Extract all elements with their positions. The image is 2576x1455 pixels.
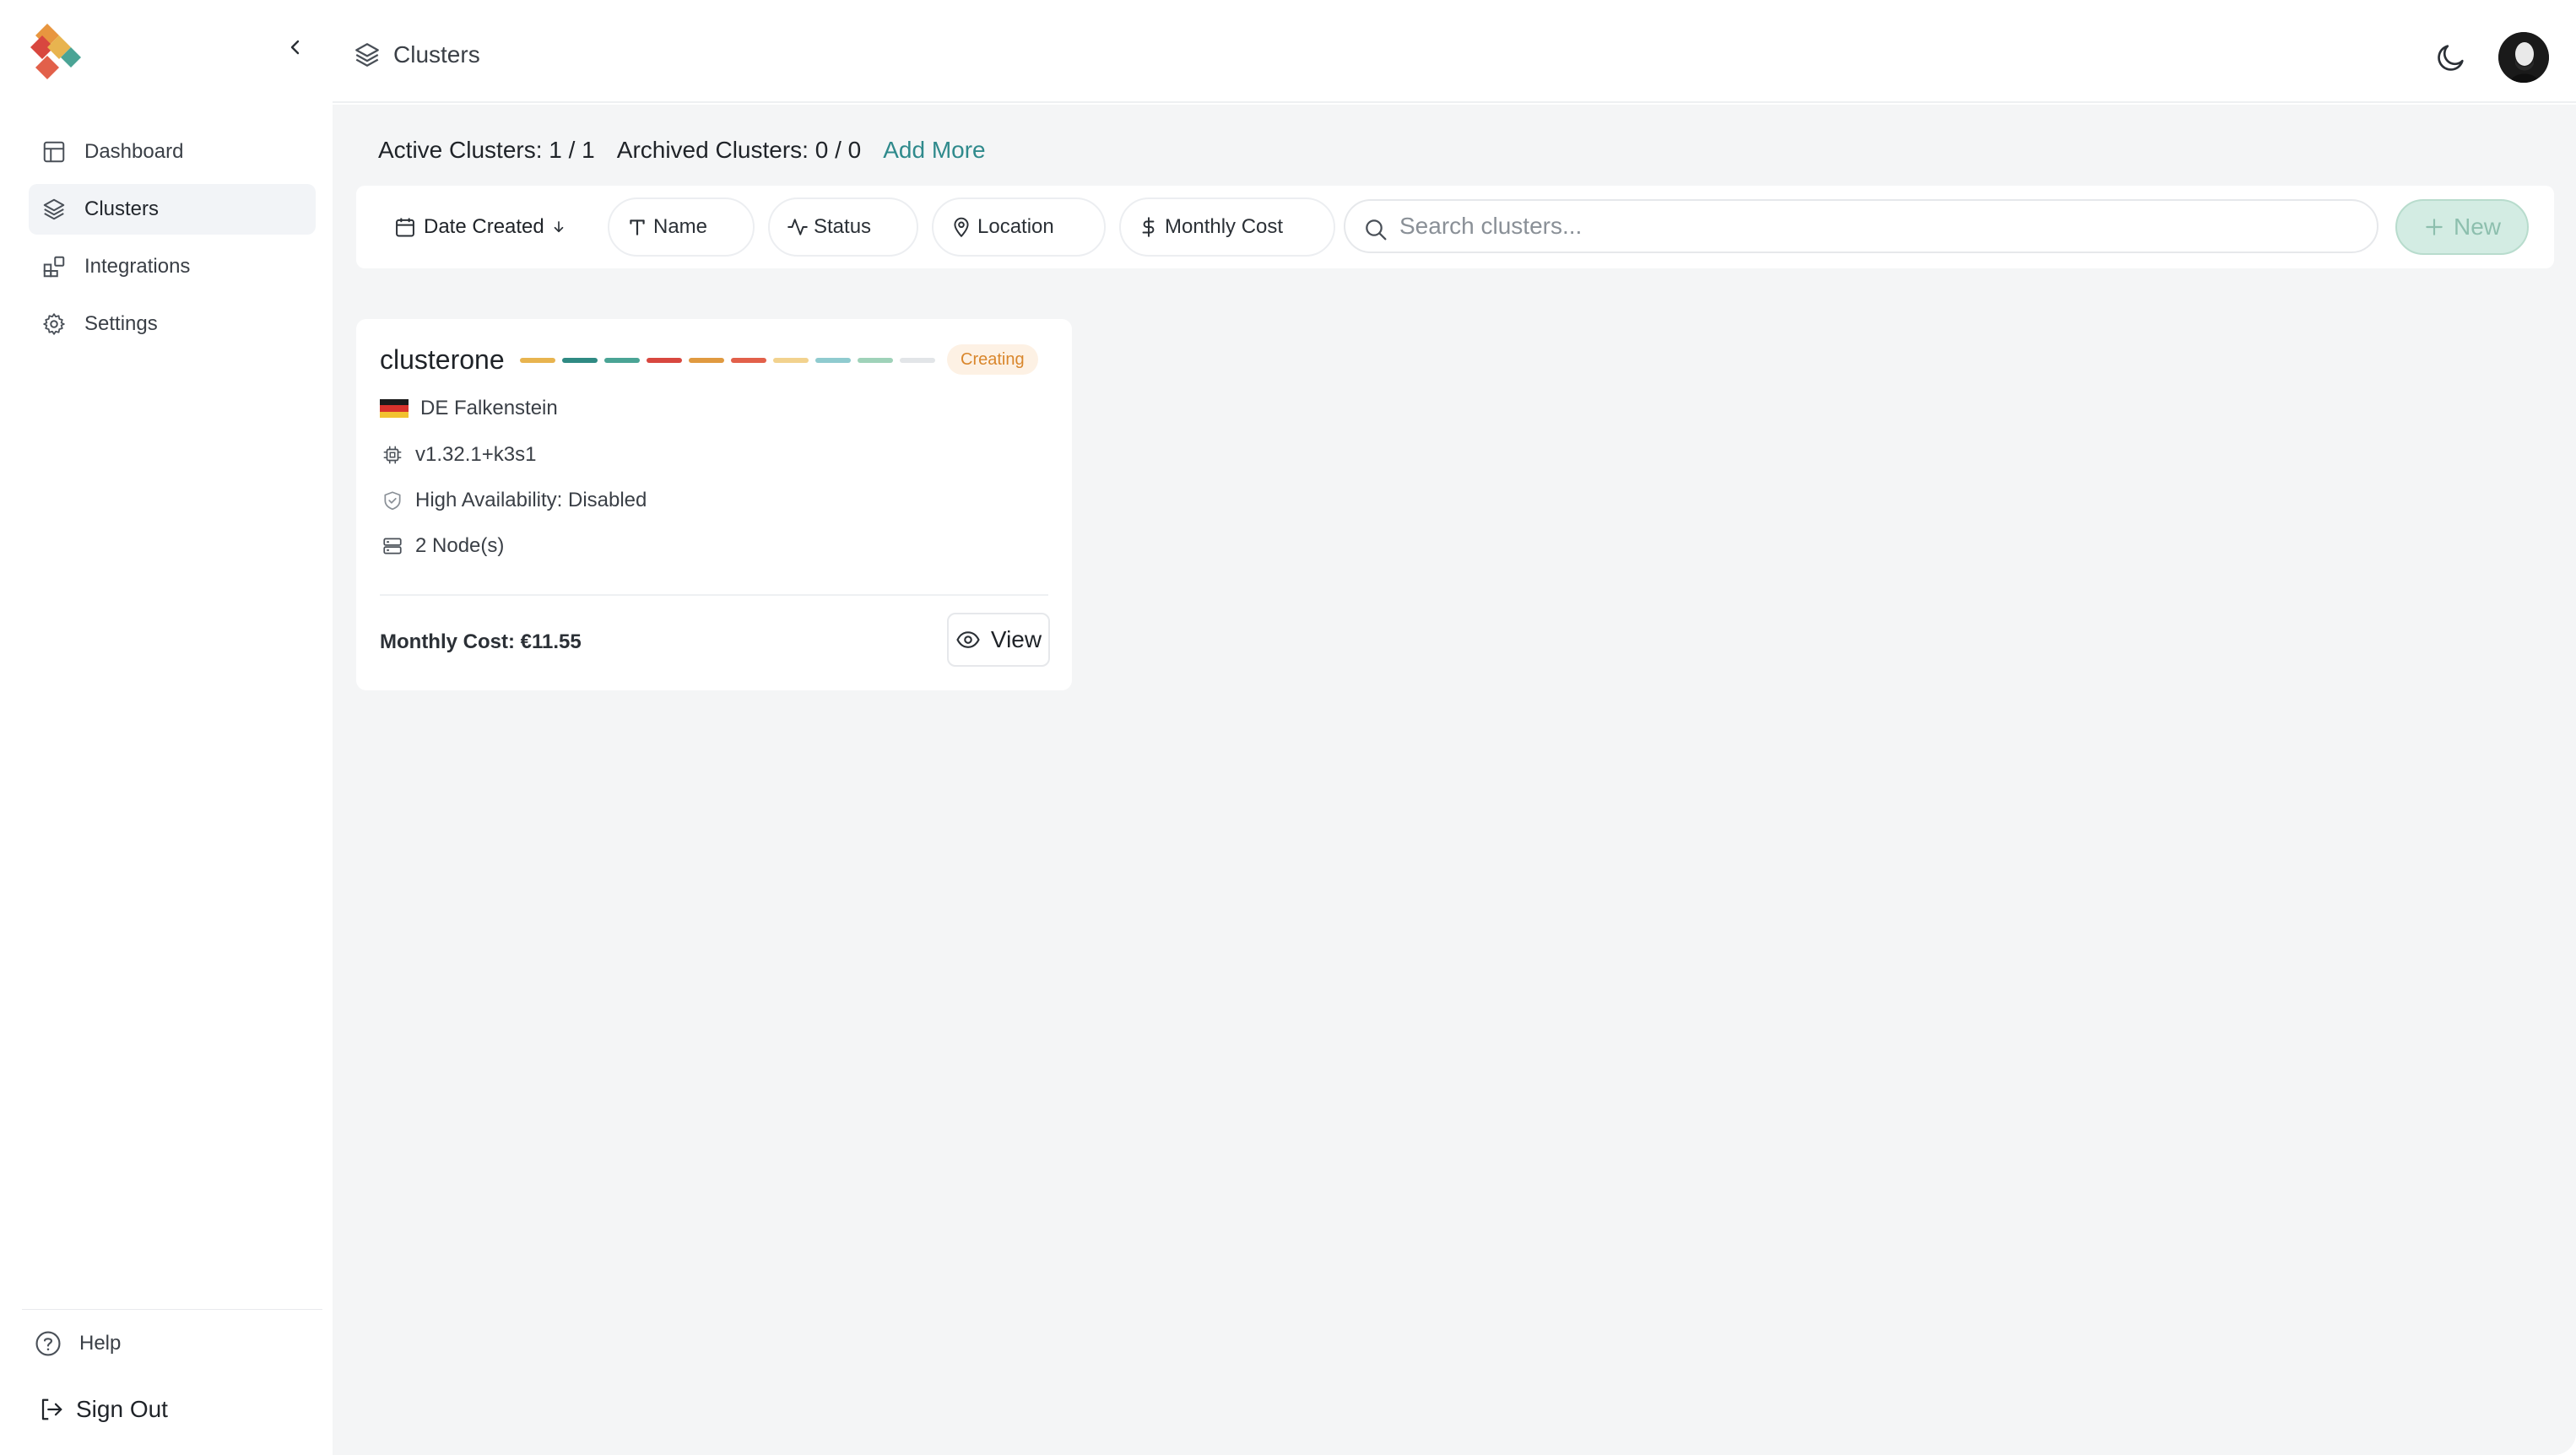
progress-segment xyxy=(562,358,598,363)
app-logo[interactable] xyxy=(30,22,83,81)
theme-toggle-button[interactable] xyxy=(2434,41,2468,74)
chip-label: Monthly Cost xyxy=(1165,215,1284,238)
progress-segment xyxy=(689,358,724,363)
sign-out-button[interactable]: Sign Out xyxy=(39,1396,168,1423)
calendar-icon xyxy=(393,215,417,239)
add-more-link[interactable]: Add More xyxy=(883,137,985,164)
blocks-icon xyxy=(41,253,68,280)
layers-icon xyxy=(353,41,382,69)
help-link[interactable]: Help xyxy=(34,1329,121,1358)
cluster-stats: Active Clusters: 1 / 1 Archived Clusters… xyxy=(378,137,1008,164)
filter-monthly-cost-chip[interactable]: Monthly Cost xyxy=(1119,197,1335,257)
new-button-label: New xyxy=(2453,214,2501,240)
main-content: Active Clusters: 1 / 1 Archived Clusters… xyxy=(333,105,2576,1455)
progress-segment xyxy=(815,358,851,363)
cluster-nodes: 2 Node(s) xyxy=(380,533,504,559)
sort-date-created-button[interactable]: Date Created xyxy=(393,208,566,246)
sidebar-item-settings[interactable]: Settings xyxy=(29,299,316,349)
search-icon xyxy=(1362,216,1389,243)
sidebar-item-integrations[interactable]: Integrations xyxy=(29,241,316,292)
text-type-icon xyxy=(626,216,648,238)
active-clusters-count: Active Clusters: 1 / 1 xyxy=(378,137,595,163)
card-divider xyxy=(380,594,1048,596)
progress-segment xyxy=(858,358,893,363)
sidebar-divider xyxy=(22,1309,322,1310)
view-cluster-button[interactable]: View xyxy=(947,613,1050,667)
gear-icon xyxy=(41,311,68,338)
archived-clusters-count: Archived Clusters: 0 / 0 xyxy=(616,137,862,163)
breadcrumb: Clusters xyxy=(353,41,480,69)
sort-label: Date Created xyxy=(424,215,544,238)
plus-icon xyxy=(2423,216,2445,238)
high-availability-text: High Availability: Disabled xyxy=(415,489,647,511)
search-box xyxy=(1344,199,2378,253)
filter-bar: Date Created Name Status Location Monthl… xyxy=(356,186,2554,268)
cluster-location: DE Falkenstein xyxy=(380,397,558,420)
filter-status-chip[interactable]: Status xyxy=(768,197,918,257)
monthly-cost: Monthly Cost: €11.55 xyxy=(380,630,582,653)
sidebar-item-clusters[interactable]: Clusters xyxy=(29,184,316,235)
sidebar-nav: Dashboard Clusters Integrations Settings xyxy=(29,127,316,356)
eye-icon xyxy=(955,627,981,652)
sidebar-item-label: Dashboard xyxy=(84,140,184,163)
help-circle-icon xyxy=(34,1329,62,1358)
activity-icon xyxy=(787,216,809,238)
layers-icon xyxy=(41,196,68,223)
top-bar: Clusters xyxy=(333,0,2576,103)
progress-segment xyxy=(900,358,935,363)
sidebar: Dashboard Clusters Integrations Settings… xyxy=(0,0,333,1455)
cluster-progress-segments xyxy=(520,358,942,363)
shield-check-icon xyxy=(380,488,405,513)
version-text: v1.32.1+k3s1 xyxy=(415,443,537,466)
sidebar-item-label: Integrations xyxy=(84,255,191,278)
cluster-version: v1.32.1+k3s1 xyxy=(380,442,536,468)
progress-segment xyxy=(731,358,766,363)
chip-label: Status xyxy=(814,215,872,238)
chip-label: Name xyxy=(653,215,708,238)
cpu-icon xyxy=(380,442,405,468)
sidebar-item-label: Settings xyxy=(84,312,158,335)
sign-out-label: Sign Out xyxy=(76,1396,168,1422)
collapse-sidebar-button[interactable] xyxy=(279,30,312,64)
cluster-name: clusterone xyxy=(380,344,505,375)
sidebar-item-dashboard[interactable]: Dashboard xyxy=(29,127,316,177)
view-button-label: View xyxy=(990,626,1042,652)
chip-label: Location xyxy=(977,215,1054,238)
server-icon xyxy=(380,533,405,559)
progress-segment xyxy=(604,358,640,363)
filter-name-chip[interactable]: Name xyxy=(608,197,755,257)
progress-segment xyxy=(647,358,682,363)
cluster-high-availability: High Availability: Disabled xyxy=(380,488,647,513)
page-title: Clusters xyxy=(393,41,480,68)
sidebar-item-label: Clusters xyxy=(84,197,160,220)
chevron-left-icon xyxy=(290,40,300,55)
status-badge: Creating xyxy=(947,344,1038,375)
progress-segment xyxy=(773,358,809,363)
nodes-text: 2 Node(s) xyxy=(415,534,505,557)
location-text: DE Falkenstein xyxy=(420,397,558,419)
progress-segment xyxy=(520,358,555,363)
avatar[interactable] xyxy=(2498,32,2549,83)
map-pin-icon xyxy=(950,216,972,238)
filter-location-chip[interactable]: Location xyxy=(932,197,1106,257)
help-label: Help xyxy=(79,1332,122,1355)
log-out-icon xyxy=(39,1397,64,1422)
arrow-down-icon xyxy=(551,219,566,235)
dollar-icon xyxy=(1138,216,1160,238)
cluster-card: clusterone Creating DE Falkenstein v1.32… xyxy=(356,319,1072,690)
moon-icon xyxy=(2438,45,2464,71)
search-input[interactable] xyxy=(1399,213,2328,240)
new-cluster-button[interactable]: New xyxy=(2395,199,2529,255)
layout-icon xyxy=(41,138,68,165)
germany-flag-icon xyxy=(380,399,409,418)
